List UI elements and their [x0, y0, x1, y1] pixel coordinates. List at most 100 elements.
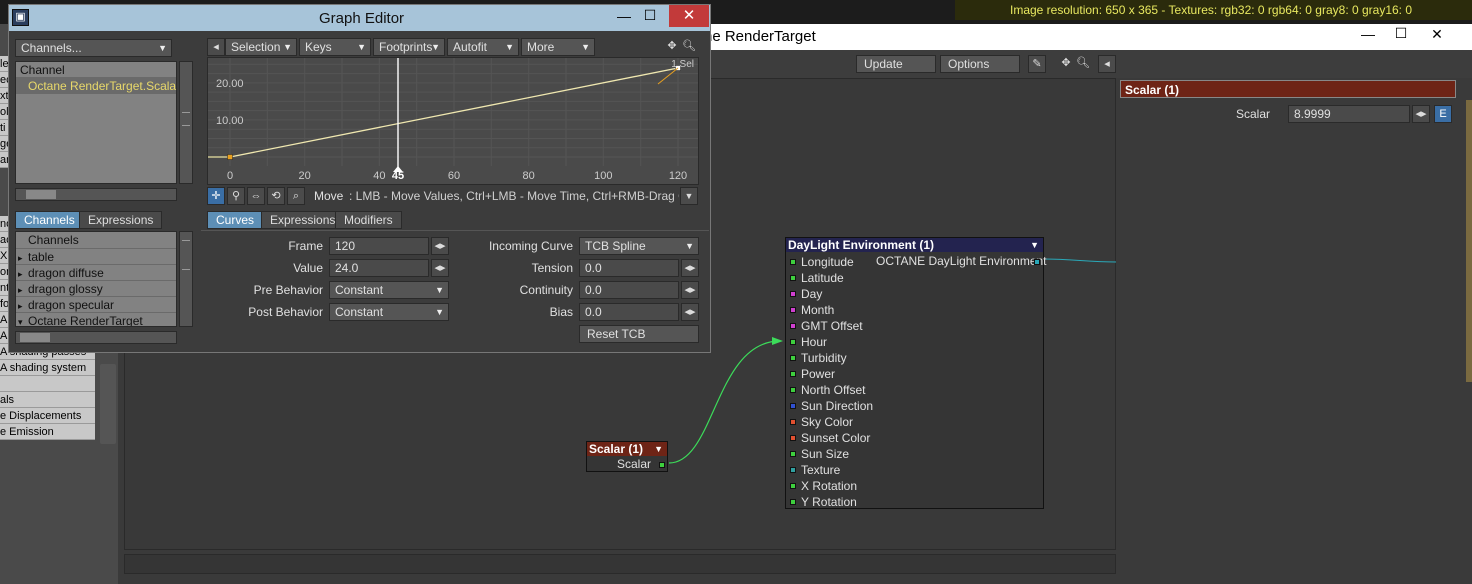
channel-tree-hscroll[interactable] — [15, 331, 177, 344]
reset-tcb-button[interactable]: Reset TCB — [579, 325, 699, 343]
update-button[interactable]: Update — [856, 55, 936, 73]
envelope-button[interactable]: E — [1434, 105, 1452, 123]
tree-item[interactable]: ▸ dragon specular — [16, 296, 176, 312]
post-behavior-select[interactable]: Constant ▼ — [329, 303, 449, 321]
selection-menu[interactable]: Selection ▼ — [225, 38, 297, 56]
tree-item[interactable]: ▾ Octane RenderTarget — [16, 312, 176, 326]
input-port[interactable] — [790, 339, 796, 346]
left-panel-item[interactable]: A shading system — [0, 360, 95, 376]
zoom-icon[interactable]: 🔍︎ — [680, 38, 698, 56]
more-menu[interactable]: More ▼ — [521, 38, 595, 56]
left-panel-item[interactable] — [0, 376, 95, 392]
collapse-left-icon[interactable]: ◂ — [1098, 55, 1116, 73]
rotate-icon[interactable]: ⟲ — [267, 187, 285, 205]
maximize-button[interactable]: ☐ — [1386, 25, 1416, 42]
tree-item[interactable]: ▸ dragon glossy — [16, 280, 176, 296]
tab-curves[interactable]: Curves — [207, 211, 264, 229]
move-icon[interactable]: ✥ — [1057, 55, 1075, 73]
help-dropdown-icon[interactable]: ▼ — [680, 187, 698, 205]
keys-menu[interactable]: Keys ▼ — [299, 38, 371, 56]
daylight-input-row[interactable]: Texture — [786, 462, 986, 478]
frame-field[interactable]: 120 — [329, 237, 429, 255]
tree-item[interactable]: ▸ dragon diffuse — [16, 264, 176, 280]
expand-icon[interactable]: ▸ — [18, 298, 28, 314]
daylight-input-row[interactable]: Sunset Color — [786, 430, 986, 446]
channel-tree[interactable]: Channels ▸ table ▸ dragon diffuse ▸ dragon gl… — [15, 231, 177, 327]
expand-icon[interactable]: ▾ — [18, 314, 28, 326]
daylight-input-row[interactable]: Sun Size — [786, 446, 986, 462]
daylight-node-title[interactable]: DayLight Environment (1) ▼ — [786, 238, 1043, 252]
left-panel-item[interactable]: e Displacements — [0, 408, 95, 424]
daylight-input-row[interactable]: Month — [786, 302, 986, 318]
tab-modifiers[interactable]: Modifiers — [335, 211, 402, 229]
daylight-input-row[interactable]: Hour — [786, 334, 986, 350]
value-stepper[interactable]: ◂▸ — [431, 259, 449, 277]
tab-channels[interactable]: Channels — [15, 211, 84, 229]
incoming-curve-select[interactable]: TCB Spline ▼ — [579, 237, 699, 255]
input-port[interactable] — [790, 387, 796, 394]
daylight-environment-node[interactable]: DayLight Environment (1) ▼ OCTANE DayLig… — [785, 237, 1047, 510]
zoom-icon[interactable]: 🔍︎ — [1074, 55, 1092, 73]
zoom-tool-icon[interactable]: ⌕ — [287, 187, 305, 205]
input-port[interactable] — [790, 275, 796, 282]
close-button[interactable]: ✕ — [1422, 26, 1452, 43]
input-port[interactable] — [790, 451, 796, 458]
input-port[interactable] — [790, 419, 796, 426]
daylight-input-row[interactable]: Longitude — [786, 254, 986, 270]
tree-item[interactable]: ▸ table — [16, 248, 176, 264]
ge-maximize-button[interactable]: ☐ — [635, 7, 665, 24]
input-port[interactable] — [790, 371, 796, 378]
input-port[interactable] — [790, 291, 796, 298]
pan-icon[interactable]: ✥ — [663, 38, 681, 56]
expand-icon[interactable]: ▸ — [18, 250, 28, 266]
continuity-stepper[interactable]: ◂▸ — [681, 281, 699, 299]
autofit-menu[interactable]: Autofit ▼ — [447, 38, 519, 56]
tension-field[interactable]: 0.0 — [579, 259, 679, 277]
input-port[interactable] — [790, 403, 796, 410]
daylight-input-row[interactable]: Y Rotation — [786, 494, 986, 510]
curve-graph-svg[interactable]: 10.00 20.00 0 20 40 60 80 100 120 45 1 Sel — [208, 58, 698, 184]
tab-expressions-left[interactable]: Expressions — [79, 211, 163, 229]
options-button[interactable]: Options — [940, 55, 1020, 73]
bias-field[interactable]: 0.0 — [579, 303, 679, 321]
input-port[interactable] — [790, 259, 796, 266]
ge-close-button[interactable]: ✕ — [669, 5, 709, 27]
collapse-left-icon[interactable]: ◂ — [207, 38, 225, 56]
tab-expressions[interactable]: Expressions — [261, 211, 345, 229]
edit-icon[interactable]: ✎ — [1028, 55, 1046, 73]
channel-list[interactable]: Channel Octane RenderTarget.Scalar (1) — [15, 61, 177, 184]
bias-stepper[interactable]: ◂▸ — [681, 303, 699, 321]
daylight-input-row[interactable]: GMT Offset — [786, 318, 986, 334]
input-port[interactable] — [790, 483, 796, 490]
scalar-stepper[interactable]: ◂▸ — [1412, 105, 1430, 123]
left-panel-scrollbar[interactable] — [100, 364, 116, 444]
expand-icon[interactable]: ▸ — [18, 282, 28, 298]
channel-tree-scrollbar[interactable] — [179, 231, 193, 327]
minimize-button[interactable]: — — [1353, 26, 1383, 42]
channels-dropdown[interactable]: Channels... ▼ — [15, 39, 172, 57]
daylight-input-row[interactable]: X Rotation — [786, 478, 986, 494]
input-port[interactable] — [790, 499, 796, 506]
left-panel-item[interactable]: e Emission — [0, 424, 95, 440]
daylight-input-row[interactable]: Sky Color — [786, 414, 986, 430]
node-dropdown-icon[interactable]: ▼ — [654, 442, 663, 456]
input-port[interactable] — [790, 355, 796, 362]
scalar-node[interactable]: Scalar (1) ▼ Scalar — [586, 441, 668, 472]
daylight-input-row[interactable]: North Offset — [786, 382, 986, 398]
move-tool-icon[interactable]: ✛ — [207, 187, 225, 205]
daylight-input-row[interactable]: Latitude — [786, 270, 986, 286]
tension-stepper[interactable]: ◂▸ — [681, 259, 699, 277]
input-port[interactable] — [790, 435, 796, 442]
expand-icon[interactable]: ▸ — [18, 266, 28, 282]
footprints-menu[interactable]: Footprints ▼ — [373, 38, 445, 56]
add-key-icon[interactable]: ⚲ — [227, 187, 245, 205]
input-port[interactable] — [790, 467, 796, 474]
continuity-field[interactable]: 0.0 — [579, 281, 679, 299]
input-port[interactable] — [790, 307, 796, 314]
value-field[interactable]: 24.0 — [329, 259, 429, 277]
frame-stepper[interactable]: ◂▸ — [431, 237, 449, 255]
stretch-icon[interactable]: ⇔ — [247, 187, 265, 205]
daylight-output-port[interactable] — [1034, 259, 1040, 265]
scalar-value-field[interactable]: 8.9999 — [1288, 105, 1410, 123]
daylight-input-row[interactable]: Day — [786, 286, 986, 302]
